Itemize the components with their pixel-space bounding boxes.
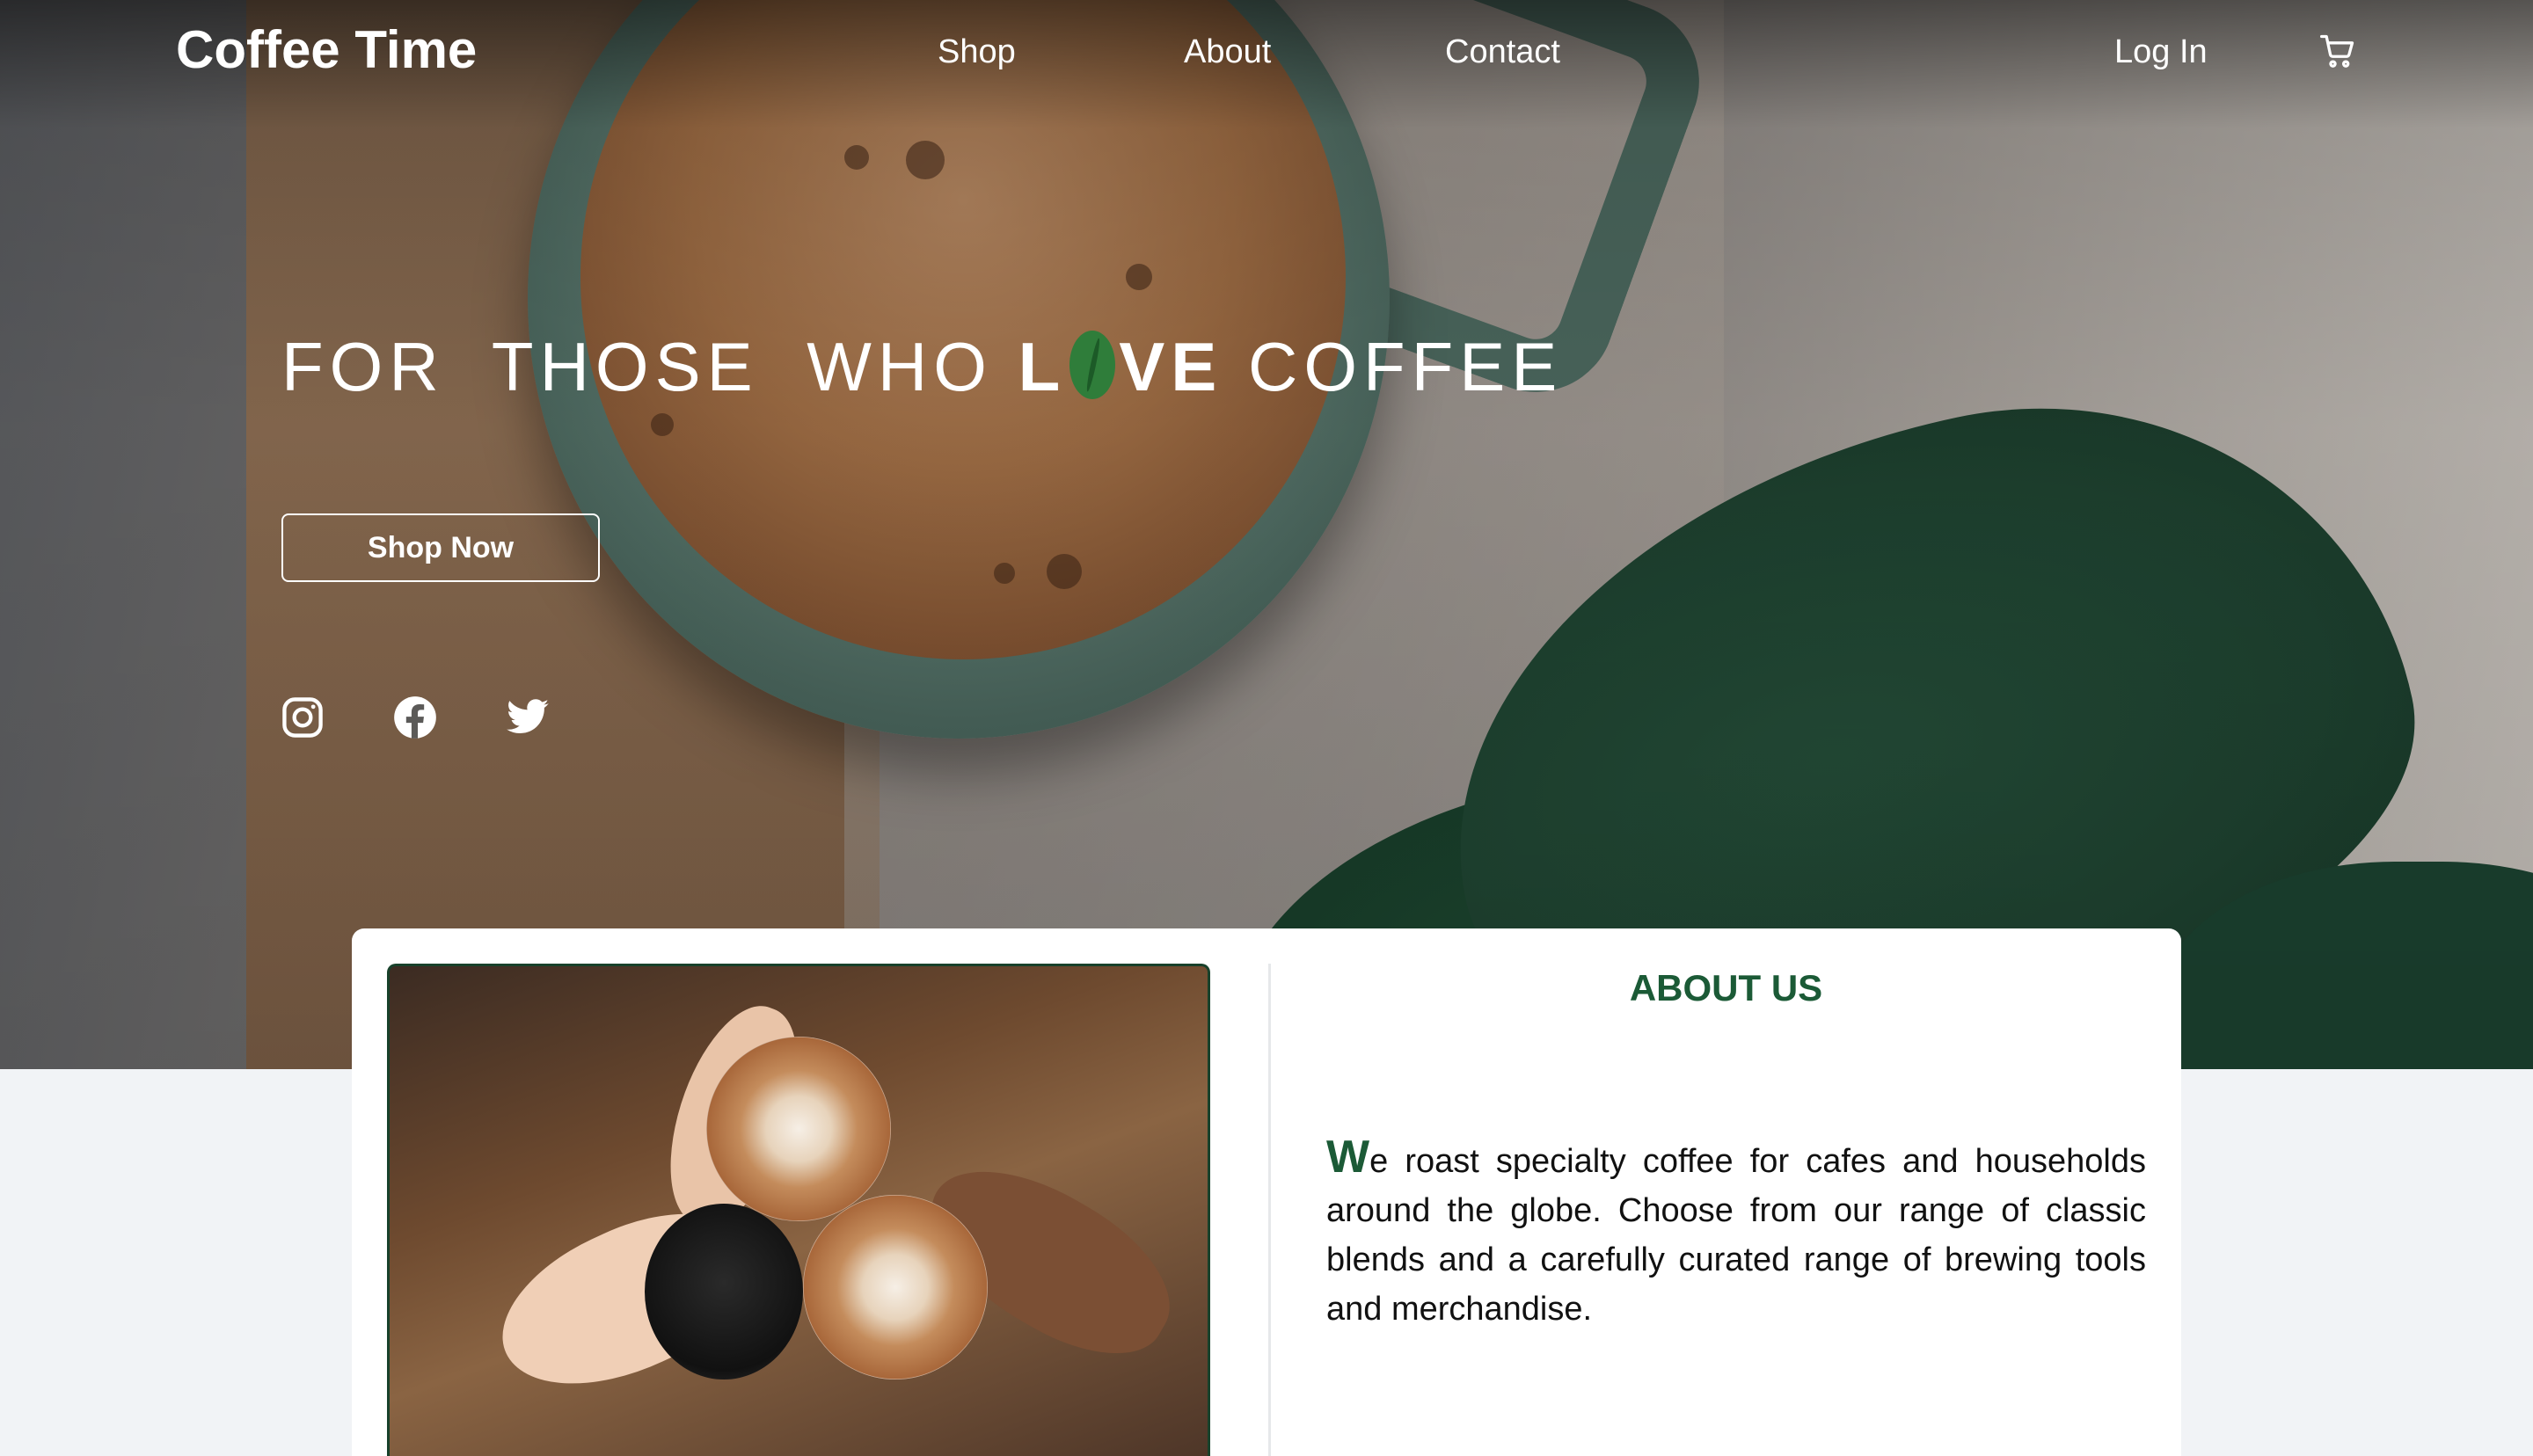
login-link[interactable]: Log In [2114, 33, 2208, 71]
cart-icon[interactable] [2318, 32, 2357, 70]
headline-love-l: L [1018, 328, 1067, 405]
headline-word: COFFEE [1247, 328, 1564, 405]
coffee-bean-icon [1069, 331, 1116, 399]
iced-coffee-cup [645, 1204, 803, 1380]
card-divider [1268, 964, 1271, 1456]
headline-word: WHO [807, 328, 993, 405]
about-text: e roast specialty coffee for cafes and h… [1326, 1143, 2146, 1328]
about-description: We roast specialty coffee for cafes and … [1326, 1132, 2146, 1334]
latte-cup [803, 1195, 988, 1380]
about-card: ABOUT US We roast specialty coffee for c… [352, 928, 2181, 1456]
latte-cup [706, 1037, 891, 1221]
shop-now-button[interactable]: Shop Now [281, 513, 600, 582]
hero-headline: FOR THOSE WHO L VE COFFEE [281, 327, 1563, 407]
twitter-icon[interactable] [505, 695, 551, 740]
headline-word: FOR [281, 328, 445, 405]
instagram-icon[interactable] [280, 695, 325, 740]
top-navigation: Coffee Time Shop About Contact Log In [0, 0, 2533, 106]
brand-logo[interactable]: Coffee Time [176, 19, 477, 80]
headline-love-ve: VE [1119, 328, 1223, 405]
coffee-cheers-photo [387, 964, 1210, 1456]
headline-word: THOSE [491, 328, 759, 405]
nav-link-shop[interactable]: Shop [938, 33, 1016, 71]
facebook-icon[interactable] [392, 695, 438, 740]
about-dropcap: W [1326, 1132, 1370, 1183]
nav-link-contact[interactable]: Contact [1445, 33, 1560, 71]
about-title: ABOUT US [1629, 967, 1823, 1008]
nav-link-about[interactable]: About [1184, 33, 1271, 71]
